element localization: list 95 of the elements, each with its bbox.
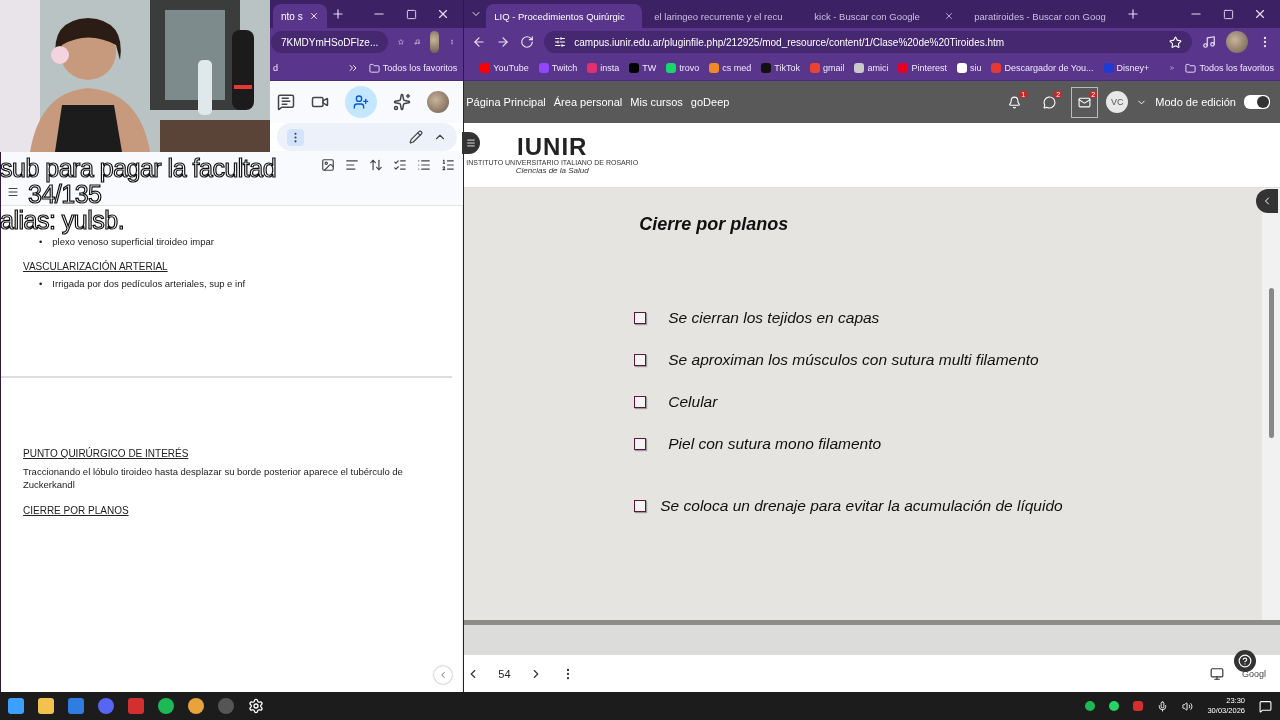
nav-link[interactable]: Área personal [553,96,623,108]
overlay-caption: sub para pagar la facultad [0,155,277,181]
bookmark-link[interactable]: d [273,63,278,73]
chat-icon [1043,95,1057,109]
reload-icon[interactable] [520,35,535,49]
browser-tab[interactable]: paratiroides - Buscar con Goog [966,4,1123,28]
numbered-list-icon[interactable] [441,158,456,172]
bookmark-link[interactable]: TikTok [761,63,800,73]
bookmark-link[interactable]: gmail [809,63,845,73]
browser-tab[interactable]: kick - Buscar con Google [806,4,963,28]
new-tab-icon[interactable] [330,7,345,21]
bookmark-link[interactable]: Descargador de You... [991,63,1094,73]
bookmark-link[interactable]: Disney+ [1103,63,1150,73]
notification-icon[interactable] [1259,699,1272,713]
bookmark-link[interactable]: insta [587,63,620,73]
forward-icon[interactable] [496,35,511,49]
microphone-icon[interactable] [1157,700,1169,712]
address-field[interactable]: 7KMDYmHSoDFIze... [271,31,389,53]
bullet-text: Irrigada por dos pedículos arteriales, sup e inf [52,278,246,289]
section-heading: CIERRE POR PLANOS [23,505,129,516]
sparkle-icon[interactable] [393,93,412,111]
address-field[interactable]: campus.iunir.edu.ar/pluginfile.php/212925/mod_resource/content/1/Clase%20de%20Tiroides.htm [544,31,1192,53]
footer-label: Googl [1241,668,1266,679]
add-person-icon [353,94,370,110]
bookmark-folder[interactable]: Todos los favoritos [368,62,458,74]
bullet-marker: • [39,236,43,247]
nav-link[interactable]: Página Principal [466,96,546,108]
bookmark-link[interactable]: amici [854,63,889,73]
bookmark-folder[interactable]: Todos los favoritos [1185,62,1274,74]
nav-link[interactable]: Mis cursos [630,96,683,108]
user-avatar[interactable]: VC [1106,91,1129,113]
bookmark-link[interactable]: trovo [666,63,700,73]
close-tab-icon[interactable] [944,11,955,21]
paragraph: Traccionando el lóbulo tiroideo hasta desplazar su borde posterior aparece el tubérculo de Zuckerkandl [23,465,404,491]
profile-avatar[interactable] [1226,31,1248,53]
bookmark-link[interactable]: Pinterest [898,63,947,73]
bullet-marker: • [39,278,43,289]
bookmark-link[interactable]: YouTube [480,63,529,73]
bullet-list-icon[interactable] [417,158,432,172]
slide-title: Cierre por planos [639,214,789,235]
bookmark-link[interactable]: Twitch [538,63,578,73]
settings-icon[interactable] [248,698,264,714]
bookmark-link[interactable]: siu [956,63,982,73]
menu-icon [466,138,476,148]
volume-icon[interactable] [1182,700,1194,712]
more-button[interactable] [287,128,304,146]
media-icon[interactable] [1202,35,1216,49]
slide-item: Se aproximan los músculos con sutura multi filamento [668,351,1039,369]
mail-icon [1078,95,1092,109]
logo-name: IUNIR [517,135,588,159]
page-number: 54 [498,667,511,680]
bookmark-link[interactable]: cs med [709,63,752,73]
more-bookmarks-icon[interactable] [346,62,359,74]
align-icon[interactable] [345,158,360,172]
nav-link[interactable]: goDeep [690,96,730,108]
back-icon[interactable] [472,35,487,49]
share-button[interactable] [345,86,378,118]
browser-tab[interactable]: el laringeo recurrente y el recu [646,4,803,28]
browser-tab[interactable]: LIQ - Procedimientos Quirúrgic [486,4,643,28]
close-tab-icon[interactable] [308,11,319,21]
overlay-caption: alias: yulsb. [0,207,125,233]
profile-avatar[interactable] [430,31,440,53]
slide-item: Celular [668,393,718,411]
bookmark-star-icon[interactable] [1169,35,1182,49]
drawer-button[interactable] [462,132,480,154]
bookmark-link[interactable]: TW [629,63,657,73]
close-icon[interactable] [1253,7,1267,21]
overlay-caption: 34/135 [28,181,102,207]
checklist-icon[interactable] [393,158,408,172]
image-icon[interactable] [321,158,336,172]
outline-icon[interactable] [7,186,19,198]
screen-icon[interactable] [1209,666,1224,681]
browser-tab[interactable]: nto s [273,4,327,28]
slide-item: Piel con sutura mono filamento [668,435,882,453]
logo-tagline: Ciencias de la Salud [515,166,589,175]
comment-icon[interactable] [277,93,296,111]
edit-mode-switch[interactable] [1244,95,1270,109]
bullet-text: plexo venoso superficial tiroideo impar [52,236,214,247]
help-icon [1238,654,1252,668]
section-heading: VASCULARIZACIÓN ARTERIAL [23,261,168,272]
bell-icon [1008,95,1022,109]
tray-icon[interactable] [1109,701,1120,711]
section-heading: PUNTO QUIRÚRGICO DE INTERÉS [23,448,189,459]
pencil-icon[interactable] [409,130,424,144]
maximize-icon[interactable] [405,8,417,20]
slide-item: Se cierran los tejidos en capas [668,309,880,327]
tray-icon[interactable] [1085,701,1096,711]
slide-item: Se coloca un drenaje para evitar la acumulación de líquido [660,497,1063,515]
maximize-icon[interactable] [1222,8,1234,20]
site-settings-icon[interactable] [554,36,567,48]
profile-avatar[interactable] [427,91,450,113]
scrollbar[interactable] [1262,188,1280,620]
new-tab-icon[interactable] [1126,7,1141,21]
line-spacing-icon[interactable] [369,158,384,172]
edit-mode-label: Modo de edición [1155,96,1236,108]
